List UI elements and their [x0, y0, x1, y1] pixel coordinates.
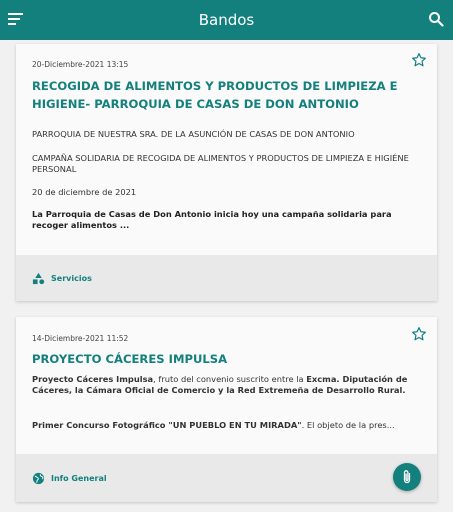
card-title[interactable]: PROYECTO CÁCERES IMPULSA — [32, 350, 417, 368]
bando-card[interactable]: 20-Diciembre-2021 13:15 RECOGIDA DE ALIM… — [16, 44, 437, 301]
app-bar: Bandos — [0, 0, 453, 40]
text-bold: Proyecto Cáceres Impulsa — [32, 374, 154, 384]
card-paragraph: Primer Concurso Fotográfico "UN PUEBLO E… — [32, 420, 422, 431]
card-paragraph: CAMPAÑA SOLIDARIA DE RECOGIDA DE ALIMENT… — [32, 153, 409, 174]
star-icon — [412, 53, 426, 67]
menu-icon — [8, 13, 23, 25]
text-normal: , fruto del convenio suscrito entre la — [153, 374, 307, 384]
favorite-button[interactable] — [411, 52, 427, 68]
text-bold: Primer Concurso Fotográfico "UN PUEBLO E… — [32, 420, 302, 430]
card-date: 14-Diciembre-2021 11:52 — [32, 334, 129, 343]
favorite-button[interactable] — [411, 326, 427, 342]
card-footer: Info General — [16, 454, 437, 502]
search-button[interactable] — [428, 11, 444, 27]
page-title: Bandos — [198, 11, 255, 29]
card-date-text: 20 de diciembre de 2021 — [32, 187, 137, 197]
category-label[interactable]: Servicios — [51, 274, 92, 283]
card-paragraph: PARROQUIA DE NUESTRA SRA. DE LA ASUNCIÓN… — [32, 129, 355, 139]
card-summary: La Parroquia de Casas de Don Antonio ini… — [32, 209, 392, 230]
category-label[interactable]: Info General — [51, 474, 107, 483]
attachment-button[interactable] — [393, 463, 421, 491]
star-icon — [412, 327, 426, 341]
card-footer: Servicios — [16, 255, 437, 301]
text-normal: . El objeto de la pres... — [301, 420, 395, 430]
menu-button[interactable] — [7, 11, 25, 27]
card-date: 20-Diciembre-2021 13:15 — [32, 60, 129, 69]
shapes-icon — [32, 272, 45, 284]
search-icon — [429, 12, 444, 27]
card-title[interactable]: RECOGIDA DE ALIMENTOS Y PRODUCTOS DE LIM… — [32, 77, 417, 113]
bando-card[interactable]: 14-Diciembre-2021 11:52 PROYECTO CÁCERES… — [16, 317, 437, 502]
globe-icon — [32, 472, 45, 484]
card-paragraph: Proyecto Cáceres Impulsa, fruto del conv… — [32, 374, 422, 396]
paperclip-icon — [403, 470, 411, 484]
